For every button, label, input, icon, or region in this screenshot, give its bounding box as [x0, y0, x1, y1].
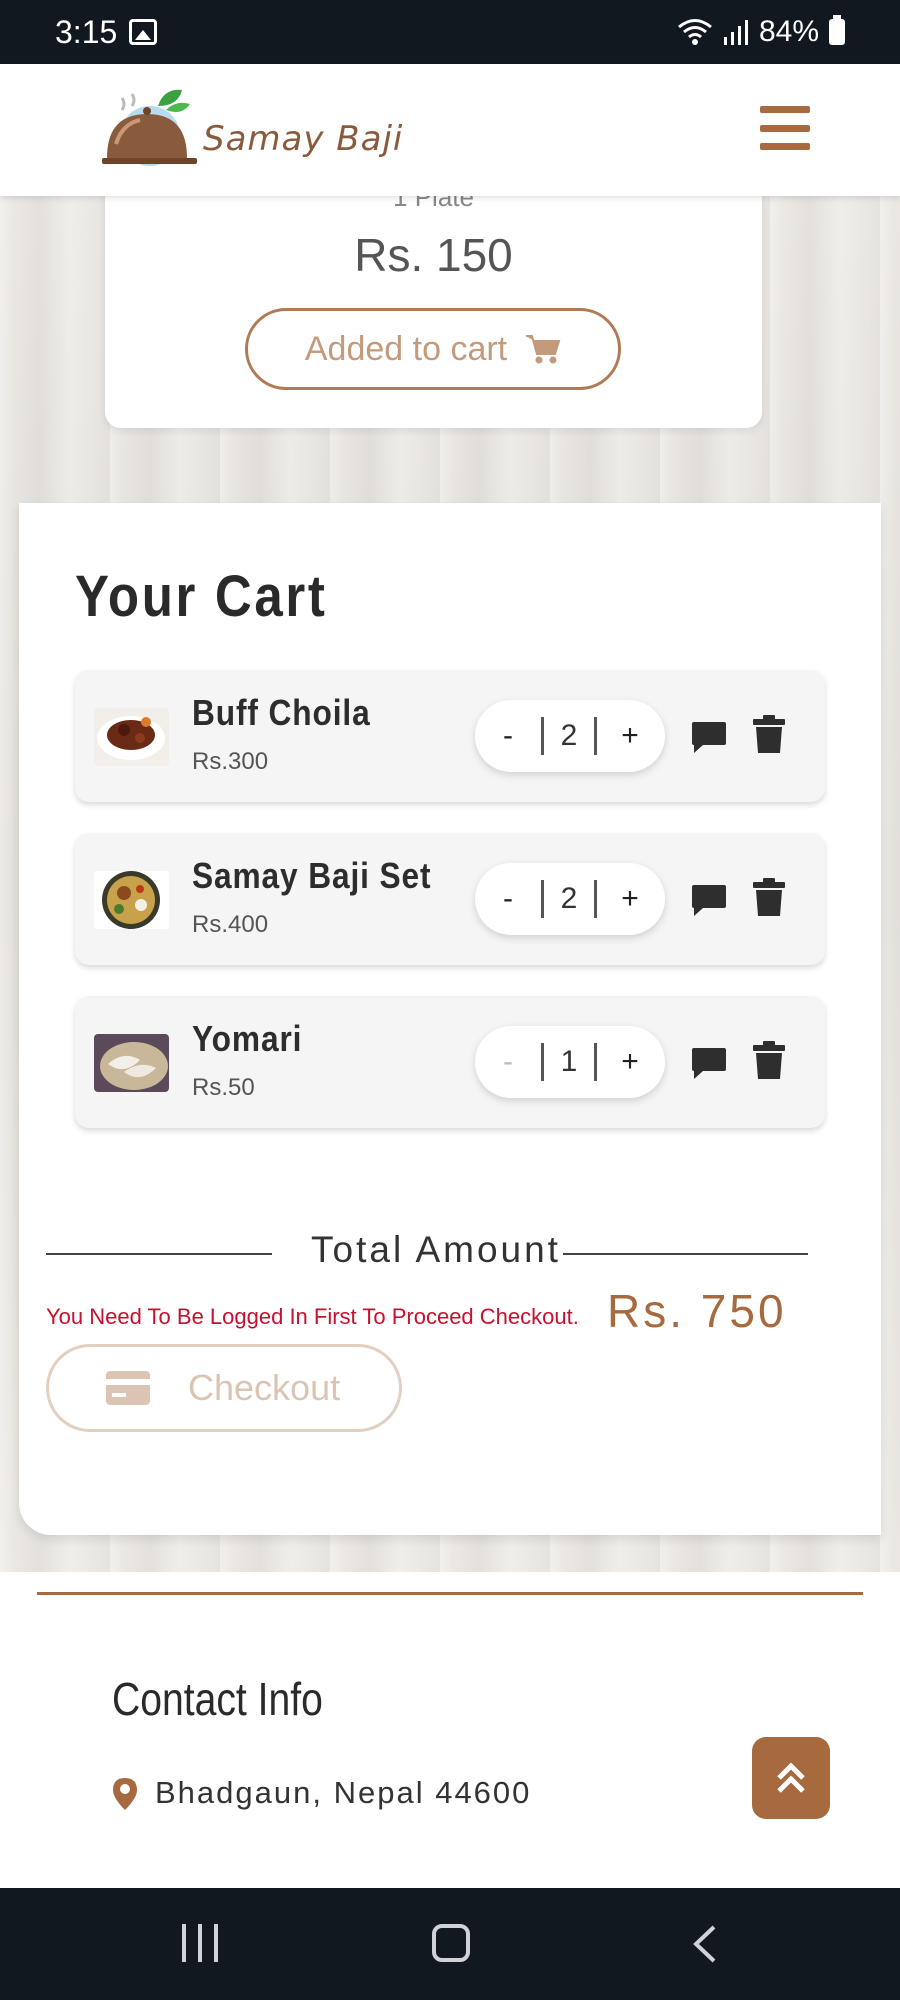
system-nav-bar [0, 1888, 900, 2000]
brand-name: Samay Baji [203, 119, 404, 159]
site-header: Samay Baji [0, 64, 900, 196]
back-button[interactable] [690, 1924, 720, 1964]
trash-icon[interactable] [753, 714, 785, 754]
divider-right [563, 1253, 808, 1255]
added-to-cart-label: Added to cart [304, 329, 508, 368]
credit-card-icon [106, 1371, 150, 1405]
increase-button[interactable]: + [597, 1045, 663, 1079]
status-bar: 3:15 84% [0, 0, 900, 64]
comment-icon[interactable] [691, 883, 727, 917]
contact-title: Contact Info [112, 1673, 323, 1725]
increase-button[interactable]: + [597, 719, 663, 753]
cart-title: Your Cart [75, 564, 328, 629]
double-chevron-up-icon [777, 1762, 805, 1793]
quantity-stepper: - 2 + [475, 863, 665, 935]
quantity-value: 1 [541, 1043, 597, 1081]
item-thumbnail [94, 1034, 169, 1092]
home-button[interactable] [432, 1924, 470, 1962]
checkout-button[interactable]: Checkout [46, 1344, 402, 1432]
footer-divider [37, 1592, 863, 1595]
cart-icon [526, 335, 561, 364]
quantity-value: 2 [541, 717, 597, 755]
comment-icon[interactable] [691, 720, 727, 754]
contact-address: Bhadgaun, Nepal 44600 [155, 1775, 532, 1810]
increase-button[interactable]: + [597, 882, 663, 916]
item-price: Rs.400 [192, 911, 269, 938]
scroll-to-top-button[interactable] [752, 1737, 830, 1819]
item-name: Samay Baji Set [192, 855, 432, 896]
divider-left [46, 1253, 272, 1255]
decrease-button[interactable]: - [475, 719, 541, 753]
added-to-cart-button[interactable]: Added to cart [245, 308, 621, 390]
image-icon [129, 19, 158, 45]
brand-logo[interactable] [102, 84, 202, 174]
decrease-button[interactable]: - [475, 882, 541, 916]
quantity-stepper: - 1 + [475, 1026, 665, 1098]
map-pin-icon [113, 1778, 137, 1810]
total-amount: Rs. 750 [607, 1285, 787, 1337]
footer: Contact Info Bhadgaun, Nepal 44600 [0, 1572, 900, 1888]
cart-panel: Your Cart Buff Choila Rs.300 - 2 + Samay… [19, 503, 881, 1535]
decrease-button[interactable]: - [475, 1045, 541, 1079]
checkout-label: Checkout [188, 1367, 341, 1408]
trash-icon[interactable] [753, 877, 785, 917]
battery-percent: 84% [758, 15, 819, 48]
product-price: Rs. 150 [354, 229, 513, 281]
cart-item: Yomari Rs.50 - 1 + [75, 996, 825, 1128]
comment-icon[interactable] [691, 1046, 727, 1080]
wifi-icon [678, 19, 712, 45]
cart-item: Buff Choila Rs.300 - 2 + [75, 670, 825, 802]
item-thumbnail [94, 708, 169, 766]
item-thumbnail [94, 871, 169, 929]
signal-icon [723, 20, 748, 45]
item-name: Yomari [192, 1018, 303, 1059]
status-right: 84% [677, 15, 845, 49]
login-required-message: You Need To Be Logged In First To Procee… [46, 1304, 579, 1329]
battery-icon [829, 15, 845, 45]
status-time: 3:15 [55, 13, 118, 50]
trash-icon[interactable] [753, 1040, 785, 1080]
cart-item: Samay Baji Set Rs.400 - 2 + [75, 833, 825, 965]
total-label: Total Amount [311, 1229, 561, 1270]
quantity-stepper: - 2 + [475, 700, 665, 772]
item-price: Rs.50 [192, 1074, 255, 1101]
item-price: Rs.300 [192, 748, 269, 775]
recent-apps-button[interactable] [182, 1924, 218, 1962]
item-name: Buff Choila [192, 692, 371, 733]
quantity-value: 2 [541, 880, 597, 918]
menu-icon[interactable] [760, 106, 810, 150]
